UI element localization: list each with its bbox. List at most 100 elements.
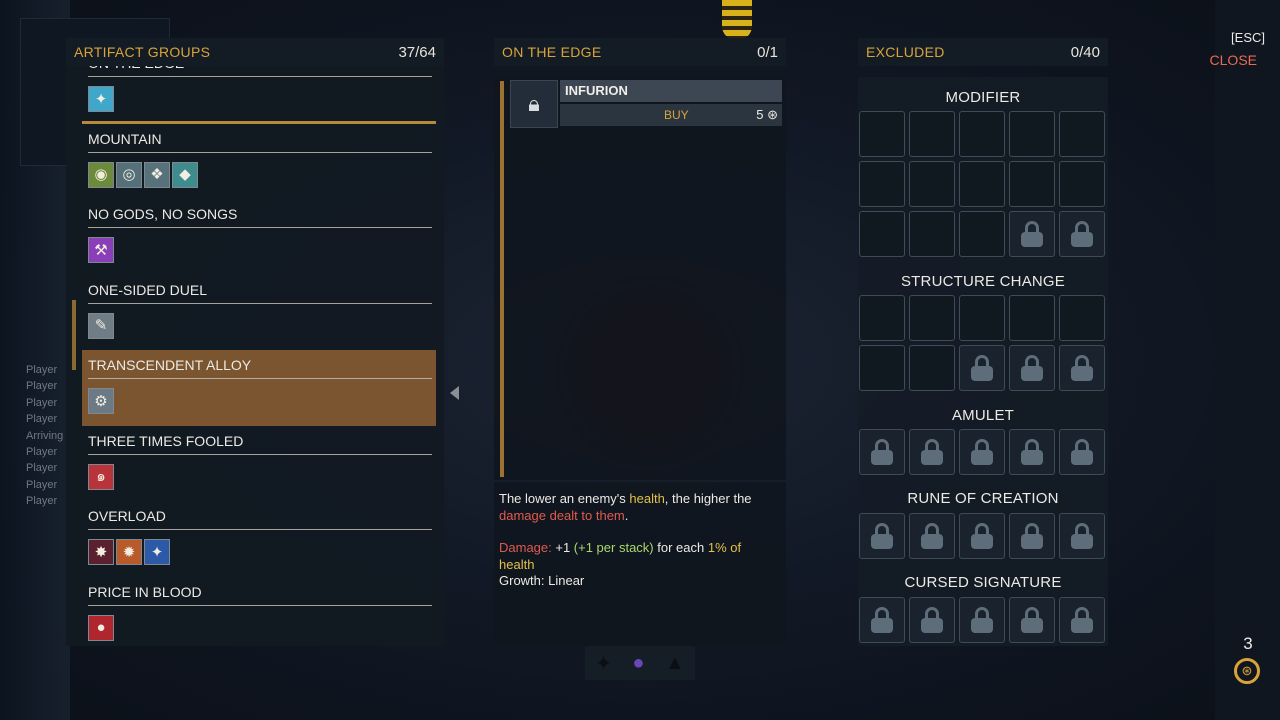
scrollbar-thumb[interactable] <box>72 300 76 370</box>
buy-button[interactable]: BUY 5 ⊛ <box>560 104 782 126</box>
close-button[interactable]: CLOSE <box>1210 52 1257 68</box>
flame-gem-icon[interactable]: ✹ <box>116 539 142 565</box>
padlock-icon <box>1021 607 1043 633</box>
damage-health: health <box>499 556 535 572</box>
spiral-icon[interactable]: ๑ <box>88 463 114 490</box>
growth-stat: Growth: Linear <box>499 573 585 588</box>
locked-slot <box>859 513 905 559</box>
locked-slot <box>1059 211 1105 257</box>
shuriken-silhouette-icon[interactable]: ✦ <box>595 651 612 676</box>
blue-gem-icon[interactable]: ✦ <box>144 539 170 565</box>
excluded-slot[interactable] <box>909 161 955 207</box>
locked-slot <box>1009 429 1055 475</box>
locked-slot <box>1059 345 1105 391</box>
excluded-slot[interactable] <box>1059 295 1105 341</box>
excluded-slot[interactable] <box>959 161 1005 207</box>
currency-icon: ⊛ <box>1234 658 1260 684</box>
chat-log-entry: Player <box>26 495 58 508</box>
excluded-slot[interactable] <box>959 295 1005 341</box>
excluded-panel: MODIFIER STRUCTURE CHANGE AMULET RUNE OF CR… <box>858 77 1108 646</box>
artifact-group-row[interactable]: NO GODS, NO SONGS ⚒ <box>82 199 436 275</box>
excluded-section-title: RUNE OF CREATION <box>907 490 1059 507</box>
artifact-group-row[interactable]: ON THE EDGE ✦ <box>82 66 436 124</box>
divider <box>88 604 432 606</box>
esc-key-hint: [ESC] <box>1231 30 1265 45</box>
shuriken-icon[interactable]: ✦ <box>88 86 114 112</box>
locked-slot <box>959 597 1005 643</box>
burst-icon[interactable]: ✸ <box>88 539 114 565</box>
excluded-slot[interactable] <box>909 345 955 391</box>
artifact-group-name: NO GODS, NO SONGS <box>88 206 238 222</box>
artifact-icons: ⚒ <box>88 237 430 263</box>
dagger-icon[interactable]: ✎ <box>88 312 114 339</box>
padlock-icon <box>971 355 993 381</box>
chat-log: Player Player Player Player Arriving Player Pl… <box>26 362 63 510</box>
excluded-slot[interactable] <box>859 111 905 157</box>
artifact-groups-list-panel[interactable]: ON THE EDGE ✦ MOUNTAIN ◉◎❖◆ NO GODS, NO SONG… <box>66 66 444 646</box>
artifact-icons: ๑ <box>88 463 430 490</box>
divider <box>88 529 432 530</box>
blood-drop-icon[interactable]: ● <box>88 614 114 641</box>
artifact-icons: ⚙ <box>88 388 430 414</box>
excluded-slot[interactable] <box>1009 295 1055 341</box>
ring-icon[interactable]: ◎ <box>116 161 142 188</box>
cost-value: 5 <box>756 107 764 122</box>
hammer-icon[interactable]: ⚒ <box>88 237 114 263</box>
padlock-icon <box>971 439 993 465</box>
cloak-silhouette-icon[interactable]: ▲ <box>665 652 685 675</box>
group-detail-count: 0/1 <box>757 43 778 61</box>
padlock-icon <box>1021 523 1043 549</box>
artifact-group-row[interactable]: PRICE IN BLOOD ● <box>82 577 436 647</box>
artifact-group-row[interactable]: THREE TIMES FOOLED ๑ <box>82 426 436 502</box>
excluded-slot-grid <box>859 597 1105 643</box>
excluded-section-title: STRUCTURE CHANGE <box>900 273 1066 290</box>
excluded-slot[interactable] <box>1009 111 1055 157</box>
artifact-name: INFURION <box>560 80 782 102</box>
excluded-count: 0/40 <box>1070 43 1100 61</box>
excluded-slot[interactable] <box>909 111 955 157</box>
divider <box>88 151 432 153</box>
divider <box>88 302 432 304</box>
scroll-icon[interactable]: ❖ <box>144 161 170 188</box>
divider <box>88 378 432 379</box>
locked-slot <box>909 513 955 559</box>
excluded-slot[interactable] <box>1059 111 1105 157</box>
artifact-group-name: THREE TIMES FOOLED <box>88 432 244 449</box>
artifact-group-name: ON THE EDGE <box>88 66 430 71</box>
padlock-icon <box>1071 439 1093 465</box>
gem-icon[interactable]: ◆ <box>172 161 198 188</box>
excluded-slot[interactable] <box>909 295 955 341</box>
excluded-slot[interactable] <box>959 211 1005 257</box>
excluded-header: EXCLUDED 0/40 <box>858 38 1108 66</box>
golden-orb-icon[interactable]: ◉ <box>88 161 114 188</box>
buy-label: BUY <box>664 108 689 122</box>
locked-slot <box>1009 597 1055 643</box>
excluded-slot[interactable] <box>859 345 905 391</box>
artifact-group-row[interactable]: TRANSCENDENT ALLOY ⚙ <box>82 350 436 426</box>
locked-slot <box>1009 513 1055 559</box>
excluded-slot[interactable] <box>859 161 905 207</box>
artifact-group-row[interactable]: OVERLOAD ✸ ✹ ✦ <box>82 501 436 577</box>
artifact-group-row[interactable]: ONE-SIDED DUEL ✎ <box>82 275 436 351</box>
excluded-slot-grid <box>859 111 1105 257</box>
excluded-slot[interactable] <box>859 295 905 341</box>
padlock-icon <box>921 607 943 633</box>
wrench-icon[interactable]: ⚙ <box>88 388 114 414</box>
padlock-icon <box>1021 221 1043 247</box>
excluded-title: EXCLUDED <box>866 44 945 60</box>
artifact-group-list[interactable]: ON THE EDGE ✦ MOUNTAIN ◉◎❖◆ NO GODS, NO SONG… <box>82 66 436 646</box>
padlock-icon <box>1071 355 1093 381</box>
excluded-slot[interactable] <box>859 211 905 257</box>
artifact-group-row[interactable]: MOUNTAIN ◉ ◎ ❖ ◆ <box>82 124 436 200</box>
divider <box>88 227 432 228</box>
chat-log-entry: Arriving <box>26 429 64 442</box>
purple-orb-icon[interactable]: ● <box>632 652 644 675</box>
excluded-slot[interactable] <box>1059 161 1105 207</box>
excluded-slot[interactable] <box>1009 161 1055 207</box>
artifact-entry[interactable]: 🔒︎ INFURION BUY 5 ⊛ <box>510 80 782 128</box>
description-line-1: The lower an enemy's health, the higher … <box>499 491 752 506</box>
excluded-slot[interactable] <box>959 111 1005 157</box>
artifact-groups-header: ARTIFACT GROUPS 37/64 <box>66 38 444 66</box>
excluded-slot[interactable] <box>909 211 955 257</box>
arrow-left-icon <box>450 386 459 400</box>
